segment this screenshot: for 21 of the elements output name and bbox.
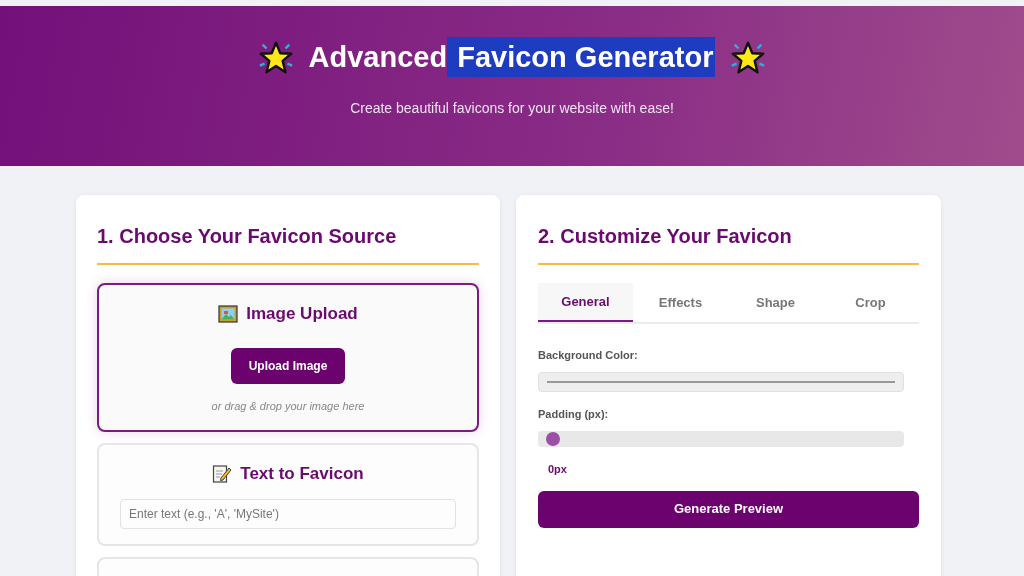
padding-value: 0px xyxy=(548,462,568,477)
drag-drop-hint: or drag & drop your image here xyxy=(211,398,365,414)
generate-preview-button[interactable]: Generate Preview xyxy=(538,490,919,528)
slider-thumb[interactable] xyxy=(546,432,560,446)
section-heading: 1. Choose Your Favicon Source xyxy=(97,224,398,249)
tab[interactable]: Shape xyxy=(728,283,823,322)
tab[interactable]: Crop xyxy=(823,283,918,322)
page-title: Advanced Favicon Generator xyxy=(308,36,716,80)
color-picker-field[interactable] xyxy=(538,371,904,392)
field-label: Padding (px): xyxy=(538,406,610,422)
framed-picture-icon xyxy=(218,304,239,323)
option-title: Text to Favicon xyxy=(240,463,364,486)
upload-image-button[interactable]: Upload Image xyxy=(230,347,346,384)
field-label: Background Color: xyxy=(538,348,639,363)
text-input-field[interactable]: Enter text (e.g., 'A', 'MySite') xyxy=(120,498,456,529)
section-heading: 2. Customize Your Favicon xyxy=(538,224,793,249)
memo-pencil-icon xyxy=(212,463,233,484)
tab[interactable]: Effects xyxy=(633,283,728,322)
tab[interactable]: General xyxy=(538,283,633,322)
option-title: Image Upload xyxy=(246,303,358,325)
page-subtitle: Create beautiful favicons for your website with ease! xyxy=(350,98,674,118)
